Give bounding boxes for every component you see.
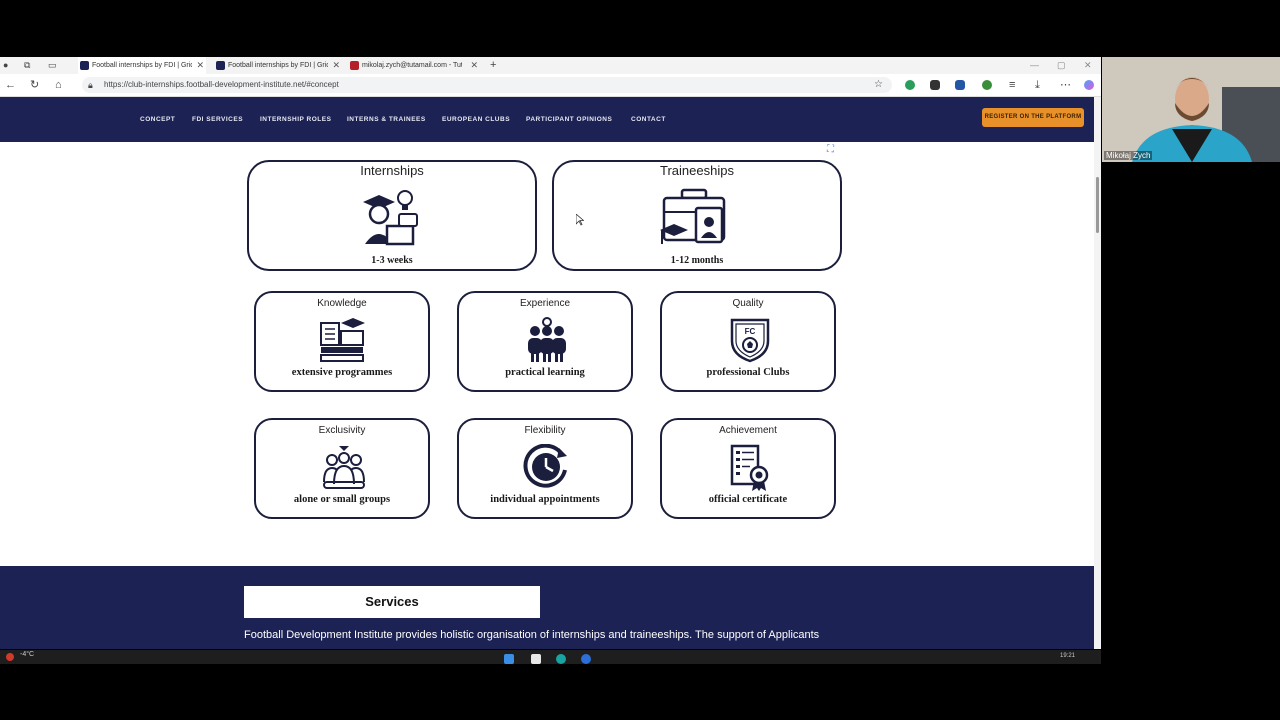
minimize-icon[interactable]: —: [1030, 57, 1039, 73]
app-icon[interactable]: [581, 654, 591, 664]
card-subtitle: 1-12 months: [670, 255, 724, 266]
clock-icon: [523, 444, 567, 488]
nav-participant-opinions[interactable]: PARTICIPANT OPINIONS: [526, 97, 612, 142]
visual-search-icon[interactable]: ⛶: [827, 144, 834, 155]
card-title: Experience: [519, 298, 571, 309]
briefcase-trainee-icon: [660, 188, 726, 244]
url-field[interactable]: 🔒︎ https://club-internships.football-dev…: [82, 77, 892, 93]
nav-european-clubs[interactable]: EUROPEAN CLUBS: [442, 97, 510, 142]
card-subtitle: extensive programmes: [291, 367, 393, 378]
certificate-icon: [730, 444, 769, 491]
weather-text: -4°C: [20, 651, 35, 658]
card-internships: Internships 1-3 weeks: [247, 160, 537, 271]
extension-icon[interactable]: [955, 80, 965, 90]
card-quality: Quality FC professional Clubs: [660, 291, 836, 392]
card-achievement: Achievement official certificate: [660, 418, 836, 519]
lock-icon: 🔒︎: [88, 80, 93, 90]
more-menu-icon[interactable]: ⋯: [1060, 77, 1071, 93]
nav-fdi-services[interactable]: FDI SERVICES: [192, 97, 243, 142]
card-experience: Experience practical learning: [457, 291, 633, 392]
tab-title: mikolaj.zych@tutamail.com - Tut: [362, 62, 462, 69]
card-subtitle: professional Clubs: [706, 367, 790, 378]
extension-icon[interactable]: [905, 80, 915, 90]
refresh-icon[interactable]: ↻: [30, 77, 39, 93]
club-badge-icon: FC: [730, 318, 770, 363]
card-title: Flexibility: [524, 425, 566, 436]
tab-favicon-icon: [80, 61, 89, 70]
team-icon: [528, 317, 566, 362]
tab-favicon-icon: [216, 61, 225, 70]
copilot-icon[interactable]: [1084, 80, 1094, 90]
favorite-star-icon[interactable]: ☆: [874, 77, 883, 93]
card-title: Exclusivity: [318, 425, 366, 436]
tab-3[interactable]: mikolaj.zych@tutamail.com - Tut ✕: [348, 57, 480, 74]
window-close-icon[interactable]: ✕: [1084, 57, 1092, 73]
card-traineeships: Traineeships 1-12 months: [552, 160, 842, 271]
close-icon[interactable]: ✕: [332, 57, 340, 74]
site-navigation: CONCEPT FDI SERVICES INTERNSHIP ROLES IN…: [0, 97, 1094, 142]
services-heading: Services: [244, 586, 540, 618]
card-subtitle: practical learning: [505, 367, 585, 378]
profile-icon[interactable]: ●: [3, 57, 8, 73]
register-button[interactable]: REGISTER ON THE PLATFORM: [982, 108, 1084, 127]
card-subtitle: individual appointments: [490, 494, 600, 505]
nav-internship-roles[interactable]: INTERNSHIP ROLES: [260, 97, 331, 142]
extension-icon[interactable]: [982, 80, 992, 90]
nav-concept[interactable]: CONCEPT: [140, 97, 175, 142]
tab-title: Football internships by FDI | Grid: [228, 62, 328, 69]
collections-icon[interactable]: ≡: [1009, 77, 1015, 93]
maximize-icon[interactable]: ▢: [1057, 57, 1066, 73]
edge-icon[interactable]: [556, 654, 566, 664]
nav-contact[interactable]: CONTACT: [631, 97, 666, 142]
card-exclusivity: Exclusivity alone or small groups: [254, 418, 430, 519]
concept-section: ⛶ Internships 1-3 weeks Traineeships 1-1…: [0, 142, 1094, 566]
close-icon[interactable]: ✕: [470, 57, 478, 74]
participant-name: Mikołaj Zych: [1104, 151, 1153, 160]
tab-actions-icon[interactable]: ▭: [48, 57, 57, 73]
mouse-cursor-icon: [576, 214, 584, 226]
tab-title: Football internships by FDI | Grid: [92, 62, 192, 69]
card-title: Traineeships: [660, 163, 734, 178]
url-text: https://club-internships.football-develo…: [104, 80, 339, 89]
nav-interns-trainees[interactable]: INTERNS & TRAINEES: [347, 97, 426, 142]
task-view-icon[interactable]: [531, 654, 541, 664]
books-icon: [320, 318, 365, 362]
services-description: Football Development Institute provides …: [244, 629, 820, 641]
clock-text: 19:21: [1060, 653, 1076, 659]
card-title: Quality: [732, 298, 764, 309]
webcam-overlay: Mikołaj Zych: [1102, 57, 1280, 162]
tab-2[interactable]: Football internships by FDI | Grid ✕: [214, 57, 342, 74]
graduate-student-icon: [363, 190, 418, 246]
back-icon[interactable]: ←: [5, 77, 16, 93]
group-icon: [323, 446, 365, 489]
os-taskbar: -4°C 19:21: [0, 650, 1101, 664]
address-bar-row: ← ↻ ⌂ 🔒︎ https://club-internships.footba…: [0, 74, 1101, 97]
new-tab-button[interactable]: +: [490, 57, 496, 73]
card-title: Knowledge: [317, 298, 367, 309]
card-knowledge: Knowledge extensive programmes: [254, 291, 430, 392]
tab-1[interactable]: Football internships by FDI | Grid ✕: [78, 57, 206, 74]
close-icon[interactable]: ✕: [196, 57, 204, 74]
badge-text: FC: [745, 327, 756, 336]
card-title: Internships: [360, 163, 424, 178]
download-icon[interactable]: ⤓: [1035, 77, 1040, 93]
home-icon[interactable]: ⌂: [55, 77, 62, 93]
scrollbar-thumb[interactable]: [1096, 177, 1099, 233]
workspaces-icon[interactable]: ⧉: [24, 57, 30, 73]
card-title: Achievement: [719, 425, 777, 436]
browser-tab-bar: ● ⧉ ▭ Football internships by FDI | Grid…: [0, 57, 1101, 74]
page-scrollbar[interactable]: [1094, 97, 1101, 649]
card-subtitle: official certificate: [708, 494, 788, 505]
presenter-video-icon: [1102, 57, 1280, 162]
card-flexibility: Flexibility individual appointments: [457, 418, 633, 519]
card-subtitle: alone or small groups: [293, 494, 391, 505]
weather-icon[interactable]: [6, 653, 14, 661]
extension-icon[interactable]: [930, 80, 940, 90]
services-section: Services Football Development Institute …: [0, 566, 1094, 649]
tab-favicon-icon: [350, 61, 359, 70]
card-subtitle: 1-3 weeks: [371, 255, 413, 266]
start-icon[interactable]: [504, 654, 514, 664]
